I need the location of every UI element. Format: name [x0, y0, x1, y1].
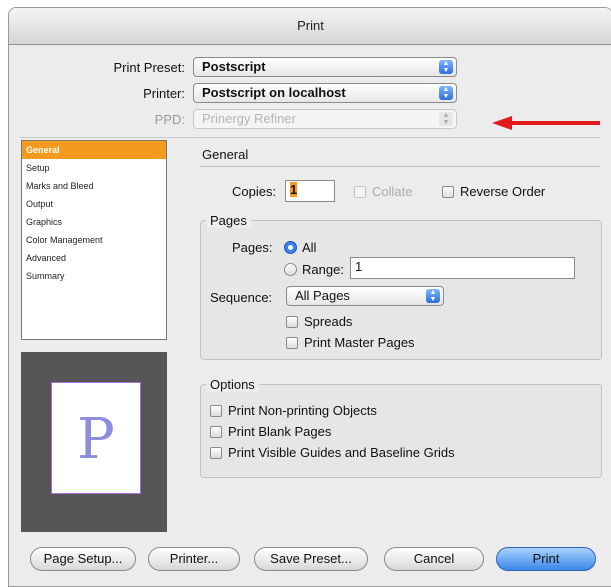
- print-nonprinting-checkbox[interactable]: [210, 405, 222, 417]
- save-preset-button[interactable]: Save Preset...: [254, 547, 368, 571]
- cancel-button[interactable]: Cancel: [384, 547, 484, 571]
- range-input[interactable]: 1: [350, 257, 575, 279]
- sidebar-item-output[interactable]: Output: [22, 195, 166, 213]
- print-blank-pages-label: Print Blank Pages: [228, 424, 332, 439]
- collate-checkbox[interactable]: [354, 186, 366, 198]
- print-visible-guides-label: Print Visible Guides and Baseline Grids: [228, 445, 455, 460]
- annotation-arrow-icon: [492, 116, 600, 130]
- printer-value: Postscript on localhost: [202, 85, 346, 100]
- copies-value: 1: [290, 182, 298, 197]
- preview-page: P: [51, 382, 141, 494]
- divider: [20, 137, 600, 138]
- pages-range-radio[interactable]: [284, 263, 297, 276]
- printer-label: Printer:: [143, 86, 185, 101]
- sidebar-item-setup[interactable]: Setup: [22, 159, 166, 177]
- category-list: General Setup Marks and Bleed Output Gra…: [21, 140, 167, 340]
- pages-label: Pages:: [232, 240, 273, 255]
- pages-all-radio[interactable]: [284, 241, 297, 254]
- sequence-value: All Pages: [295, 288, 350, 303]
- print-preset-popup[interactable]: Postscript ▲ ▼: [193, 57, 457, 77]
- pages-range-label: Range:: [302, 262, 344, 277]
- print-visible-guides-checkbox[interactable]: [210, 447, 222, 459]
- pages-all-label: All: [302, 240, 317, 255]
- sequence-label: Sequence:: [210, 290, 273, 305]
- pages-group-title: Pages: [206, 213, 251, 228]
- preview-letter: P: [77, 407, 115, 472]
- popup-stepper-icon: ▲ ▼: [439, 86, 453, 100]
- ppd-value: Prinergy Refiner: [202, 111, 296, 126]
- window-title: Print: [9, 8, 611, 45]
- popup-stepper-icon: ▲ ▼: [439, 60, 453, 74]
- popup-stepper-icon: ▲ ▼: [439, 112, 453, 126]
- page-preview: P: [21, 352, 167, 532]
- print-preset-label: Print Preset:: [113, 60, 185, 75]
- ppd-popup[interactable]: Prinergy Refiner ▲ ▼: [193, 109, 457, 129]
- sequence-popup[interactable]: All Pages ▲ ▼: [286, 286, 444, 306]
- popup-stepper-icon: ▲ ▼: [426, 289, 440, 303]
- page-setup-button[interactable]: Page Setup...: [30, 547, 136, 571]
- print-button[interactable]: Print: [496, 547, 596, 571]
- print-master-pages-label: Print Master Pages: [304, 335, 415, 350]
- options-group-title: Options: [206, 377, 259, 392]
- sidebar-item-graphics[interactable]: Graphics: [22, 213, 166, 231]
- printer-button[interactable]: Printer...: [148, 547, 240, 571]
- sidebar-item-advanced[interactable]: Advanced: [22, 249, 166, 267]
- sidebar-item-summary[interactable]: Summary: [22, 267, 166, 285]
- sidebar-item-general[interactable]: General: [22, 141, 166, 159]
- copies-label: Copies:: [232, 184, 277, 199]
- sidebar-item-color-management[interactable]: Color Management: [22, 231, 166, 249]
- print-nonprinting-label: Print Non-printing Objects: [228, 403, 377, 418]
- copies-input[interactable]: 1: [285, 180, 335, 202]
- print-master-pages-checkbox[interactable]: [286, 337, 298, 349]
- ppd-label: PPD:: [154, 112, 185, 127]
- collate-label: Collate: [372, 184, 413, 199]
- printer-popup[interactable]: Postscript on localhost ▲ ▼: [193, 83, 457, 103]
- reverse-order-checkbox[interactable]: [442, 186, 454, 198]
- sidebar-item-marks-and-bleed[interactable]: Marks and Bleed: [22, 177, 166, 195]
- print-blank-pages-checkbox[interactable]: [210, 426, 222, 438]
- print-preset-value: Postscript: [202, 59, 266, 74]
- section-title-general: General: [202, 147, 249, 162]
- divider: [200, 166, 600, 167]
- spreads-checkbox[interactable]: [286, 316, 298, 328]
- reverse-order-label: Reverse Order: [460, 184, 546, 199]
- spreads-label: Spreads: [304, 314, 353, 329]
